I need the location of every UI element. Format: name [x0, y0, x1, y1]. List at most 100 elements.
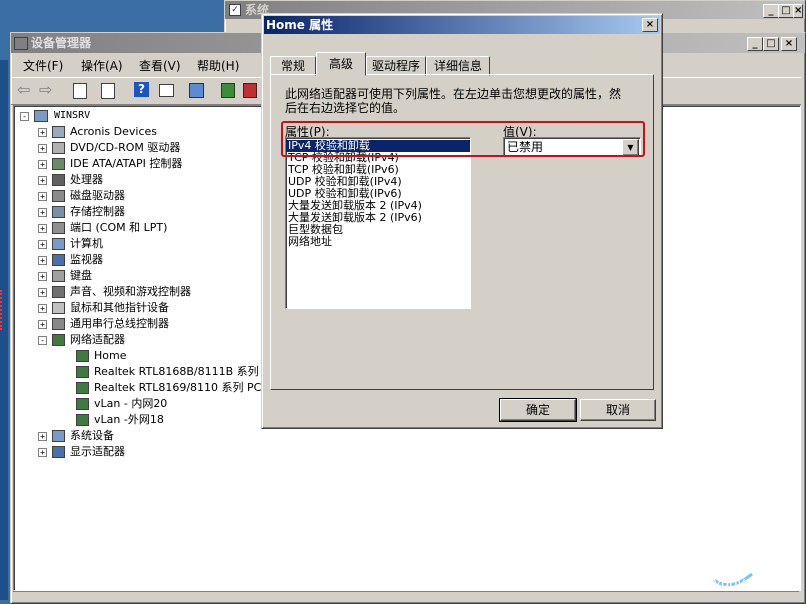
dm-minimize-button[interactable]: _	[747, 37, 763, 51]
expand-icon[interactable]: +	[38, 240, 47, 249]
usb-icon	[52, 318, 65, 330]
storage-controller-icon	[52, 206, 65, 218]
expand-icon[interactable]: +	[38, 192, 47, 201]
menu-action[interactable]: 操作(A)	[81, 57, 123, 75]
back-icon[interactable]: ⇦	[17, 81, 35, 99]
tree-item-label: 显示适配器	[70, 445, 125, 458]
expand-icon[interactable]: +	[38, 304, 47, 313]
processor-icon	[52, 174, 65, 186]
expand-icon[interactable]: +	[38, 176, 47, 185]
tree-item-label: 监视器	[70, 253, 103, 266]
tab-general[interactable]: 常规	[270, 56, 316, 76]
close-button[interactable]: ×	[793, 4, 803, 18]
expand-icon[interactable]: +	[38, 128, 47, 137]
tree-item-label: 通用串行总线控制器	[70, 317, 169, 330]
tree-item-label: 键盘	[70, 269, 92, 282]
collapse-icon[interactable]: -	[20, 112, 29, 121]
expand-icon[interactable]: +	[38, 160, 47, 169]
tree-item-label: Home	[94, 349, 127, 362]
expand-icon[interactable]: +	[38, 224, 47, 233]
expand-icon[interactable]: +	[38, 144, 47, 153]
property-list-item[interactable]: 网络地址	[286, 236, 470, 248]
keyboard-icon	[52, 270, 65, 282]
expand-icon[interactable]: +	[38, 288, 47, 297]
watermark-logo: 运维网 iyunv.com	[700, 530, 804, 600]
device-manager-icon	[14, 37, 28, 50]
menu-file[interactable]: 文件(F)	[23, 57, 63, 75]
network-adapter-icon	[52, 334, 65, 346]
dialog-title: Home 属性	[266, 18, 334, 32]
expand-icon[interactable]: +	[38, 448, 47, 457]
sound-icon	[52, 286, 65, 298]
watermark-brand: 运维网	[740, 536, 780, 551]
tree-item-label: 端口 (COM 和 LPT)	[70, 221, 168, 234]
network-card-icon	[76, 366, 89, 378]
tab-driver[interactable]: 驱动程序	[366, 56, 426, 76]
tree-item-label: vLan -外网18	[94, 413, 164, 426]
menu-help[interactable]: 帮助(H)	[197, 57, 239, 75]
system-device-icon	[52, 430, 65, 442]
mouse-icon	[52, 302, 65, 314]
list-icon[interactable]	[99, 81, 117, 99]
help-icon[interactable]: ?	[133, 81, 151, 99]
device-manager-title: 设备管理器	[31, 36, 92, 50]
tab-details[interactable]: 详细信息	[426, 56, 490, 76]
tree-item-label: 鼠标和其他指针设备	[70, 301, 169, 314]
advanced-panel: 此网络适配器可使用下列属性。在左边单击您想更改的属性，然后在右边选择它的值。 属…	[270, 74, 654, 390]
maximize-button[interactable]: □	[778, 4, 794, 18]
dialog-titlebar: Home 属性	[264, 16, 660, 34]
computer-icon	[34, 110, 48, 122]
forward-icon[interactable]: ⇨	[39, 81, 57, 99]
computer-icon	[52, 238, 65, 250]
display-adapter-icon	[52, 446, 65, 458]
tree-item-label: 磁盘驱动器	[70, 189, 125, 202]
expand-icon[interactable]: +	[38, 432, 47, 441]
tree-item-label: Realtek RTL8169/8110 系列 PC	[94, 381, 262, 394]
desktop-marker-icon	[0, 290, 6, 330]
tree-item-label: 网络适配器	[70, 333, 125, 346]
expand-icon[interactable]: +	[38, 208, 47, 217]
expand-icon[interactable]: +	[38, 256, 47, 265]
tree-item-label: 声音、视频和游戏控制器	[70, 285, 191, 298]
device-icon	[52, 126, 65, 138]
properties-icon[interactable]	[71, 81, 89, 99]
desktop-edge	[0, 60, 8, 600]
tree-root-label: WINSRV	[54, 110, 91, 121]
status-bar	[13, 591, 799, 600]
tree-item-label: 计算机	[70, 237, 103, 250]
watermark-url: iyunv.com	[710, 574, 777, 591]
tree-item-label: vLan - 内网20	[94, 397, 168, 410]
disk-drive-icon	[52, 190, 65, 202]
dialog-close-button[interactable]: ×	[642, 18, 658, 32]
tree-item-label: DVD/CD-ROM 驱动器	[70, 141, 181, 154]
ok-button[interactable]: 确定	[499, 398, 577, 422]
expand-icon[interactable]: +	[38, 272, 47, 281]
tree-item-label: IDE ATA/ATAPI 控制器	[70, 157, 183, 170]
minimize-button[interactable]: _	[763, 4, 779, 18]
monitor-icon	[52, 254, 65, 266]
network-card-icon	[76, 398, 89, 410]
menu-view[interactable]: 查看(V)	[139, 57, 181, 75]
scan-hardware-icon[interactable]	[187, 81, 205, 99]
properties-dialog: Home 属性 × 常规 高级 驱动程序 详细信息 此网络适配器可使用下列属性。…	[261, 13, 663, 429]
tab-advanced[interactable]: 高级	[316, 52, 366, 76]
property-list[interactable]: IPv4 校验和卸载 TCP 校验和卸载(IPv4) TCP 校验和卸载(IPv6)…	[285, 137, 471, 309]
collapse-icon[interactable]: -	[38, 336, 47, 345]
tree-item-label: 系统设备	[70, 429, 114, 442]
update-driver-icon[interactable]	[219, 81, 237, 99]
view-icon[interactable]	[157, 81, 175, 99]
dm-maximize-button[interactable]: □	[763, 37, 779, 51]
uninstall-icon[interactable]	[241, 81, 259, 99]
ide-controller-icon	[52, 158, 65, 170]
expand-icon[interactable]: +	[38, 320, 47, 329]
description-text: 此网络适配器可使用下列属性。在左边单击您想更改的属性，然后在右边选择它的值。	[285, 87, 622, 115]
dm-close-button[interactable]: ×	[781, 37, 797, 51]
tree-item-label: Acronis Devices	[70, 125, 157, 138]
tree-item-label: 存储控制器	[70, 205, 125, 218]
network-card-icon	[76, 414, 89, 426]
cancel-button[interactable]: 取消	[580, 399, 656, 421]
network-card-icon	[76, 382, 89, 394]
port-icon	[52, 222, 65, 234]
cdrom-icon	[52, 142, 65, 154]
tree-item-label: Realtek RTL8168B/8111B 系列	[94, 365, 259, 378]
